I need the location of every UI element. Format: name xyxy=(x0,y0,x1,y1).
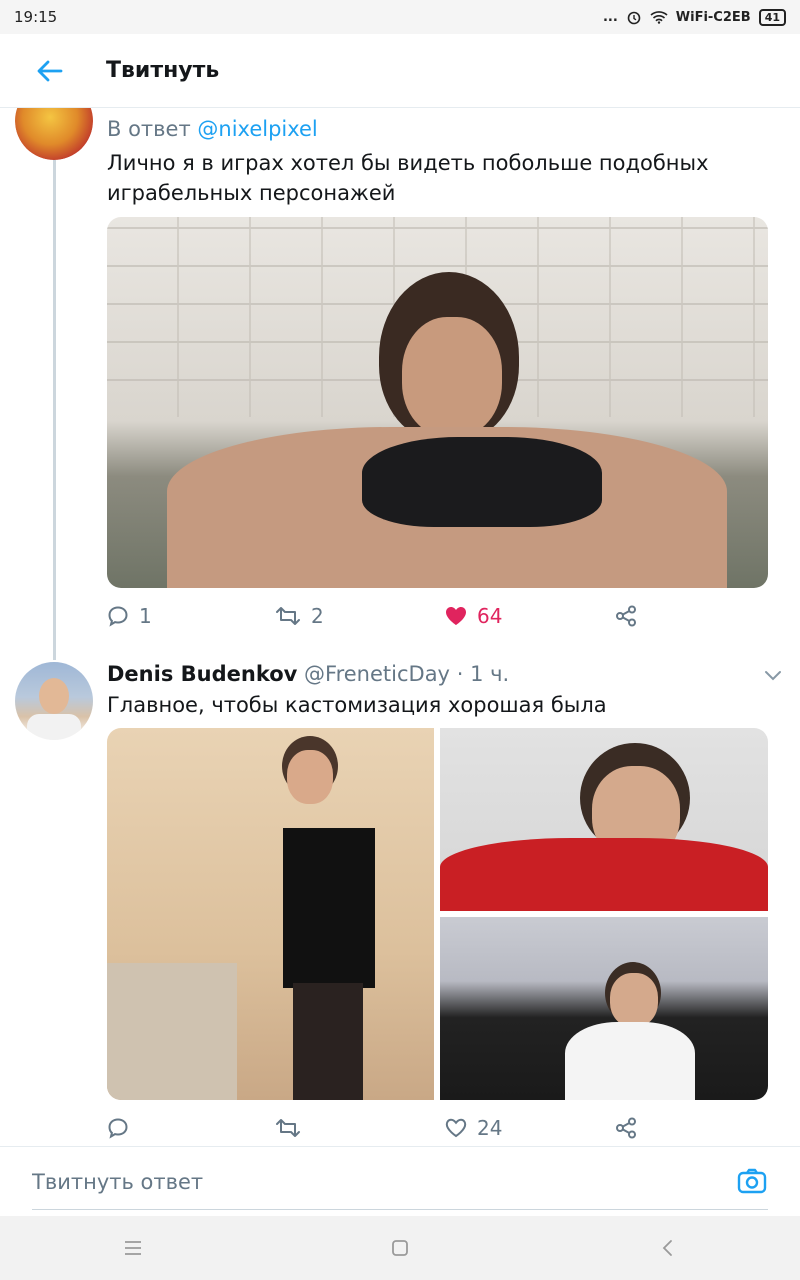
status-icons: ... WiFi-C2EB 41 xyxy=(602,8,786,26)
wifi-icon xyxy=(650,11,668,24)
reply-bar xyxy=(0,1146,800,1216)
home-square-icon xyxy=(392,1240,408,1256)
comment-icon xyxy=(108,606,128,627)
share-button[interactable] xyxy=(615,605,637,627)
alarm-icon xyxy=(627,11,641,25)
menu-icon xyxy=(125,1241,142,1255)
status-time: 19:15 xyxy=(14,8,58,26)
app-bar: Твитнуть xyxy=(0,34,800,108)
photo-br-face xyxy=(610,973,658,1027)
like-count: 64 xyxy=(477,604,503,628)
avatar[interactable] xyxy=(15,662,93,740)
tweet-media-grid xyxy=(107,728,768,1100)
heart-icon xyxy=(445,1118,467,1138)
tweet-text: Главное, чтобы кастомизация хорошая была xyxy=(107,693,607,717)
share-icon xyxy=(616,1117,636,1139)
photo-tr-jacket xyxy=(440,838,768,911)
reply-input[interactable] xyxy=(32,1157,732,1207)
author-name[interactable]: Denis Budenkov xyxy=(107,662,297,686)
like-button[interactable]: 64 xyxy=(445,604,615,628)
reply-context: В ответ @nixelpixel xyxy=(107,114,318,144)
garment-shape xyxy=(362,437,602,527)
heart-icon xyxy=(446,607,466,625)
notification-dots: ... xyxy=(602,9,618,25)
author-handle[interactable]: @FreneticDay xyxy=(304,662,450,686)
back-button[interactable] xyxy=(0,34,100,108)
arrow-left-icon xyxy=(37,60,63,81)
photo-top-right[interactable] xyxy=(440,728,768,911)
page-title: Твитнуть xyxy=(106,58,220,83)
retweet-icon xyxy=(276,607,300,625)
tweet-actions: 1 2 64 xyxy=(107,601,667,631)
tweet-media[interactable] xyxy=(107,217,768,588)
tweet-text: Лично я в играх хотел бы видеть побольше… xyxy=(107,151,709,205)
system-nav-bar xyxy=(0,1216,800,1280)
reply-button[interactable] xyxy=(107,1117,275,1139)
photo-left-bed xyxy=(107,963,237,1100)
photo-bottom-right[interactable] xyxy=(440,917,768,1100)
reply-button[interactable]: 1 xyxy=(107,604,275,628)
comment-icon xyxy=(108,1118,128,1139)
back-triangle-icon xyxy=(662,1240,672,1256)
battery-indicator: 41 xyxy=(758,8,786,26)
retweet-icon xyxy=(276,1119,300,1137)
retweet-button[interactable] xyxy=(275,1117,445,1139)
camera-icon xyxy=(737,1168,767,1194)
separator: · xyxy=(456,662,464,686)
tweet-time: 1 ч. xyxy=(470,662,510,686)
system-back-button[interactable] xyxy=(647,1228,687,1268)
thread-connector xyxy=(53,160,56,660)
like-button[interactable]: 24 xyxy=(445,1116,615,1140)
reply-underline xyxy=(32,1209,768,1210)
photo-left-legs xyxy=(293,983,363,1100)
tweet-actions: 24 xyxy=(107,1113,667,1143)
chevron-down-icon[interactable] xyxy=(762,664,784,686)
like-count: 24 xyxy=(477,1116,503,1140)
reply-to-link[interactable]: @nixelpixel xyxy=(197,117,317,141)
home-button[interactable] xyxy=(380,1228,420,1268)
photo-left-dress xyxy=(283,828,375,988)
wifi-name: WiFi-C2EB xyxy=(675,9,751,25)
reply-count: 1 xyxy=(139,604,152,628)
avatar-shirt xyxy=(27,714,81,740)
share-icon xyxy=(616,605,636,627)
tweet-header: Denis Budenkov @FreneticDay · 1 ч. xyxy=(107,659,747,689)
retweet-count: 2 xyxy=(311,604,324,628)
reply-prefix: В ответ xyxy=(107,117,191,141)
retweet-button[interactable]: 2 xyxy=(275,604,445,628)
menu-button[interactable] xyxy=(113,1228,153,1268)
camera-button[interactable] xyxy=(736,1165,768,1197)
face-shape xyxy=(402,317,502,437)
photo-br-shirt xyxy=(565,1022,695,1100)
photo-left-face xyxy=(287,750,333,804)
avatar-face xyxy=(39,678,69,714)
share-button[interactable] xyxy=(615,1117,637,1139)
status-bar: 19:15 ... WiFi-C2EB 41 xyxy=(0,0,800,34)
photo-left[interactable] xyxy=(107,728,434,1100)
